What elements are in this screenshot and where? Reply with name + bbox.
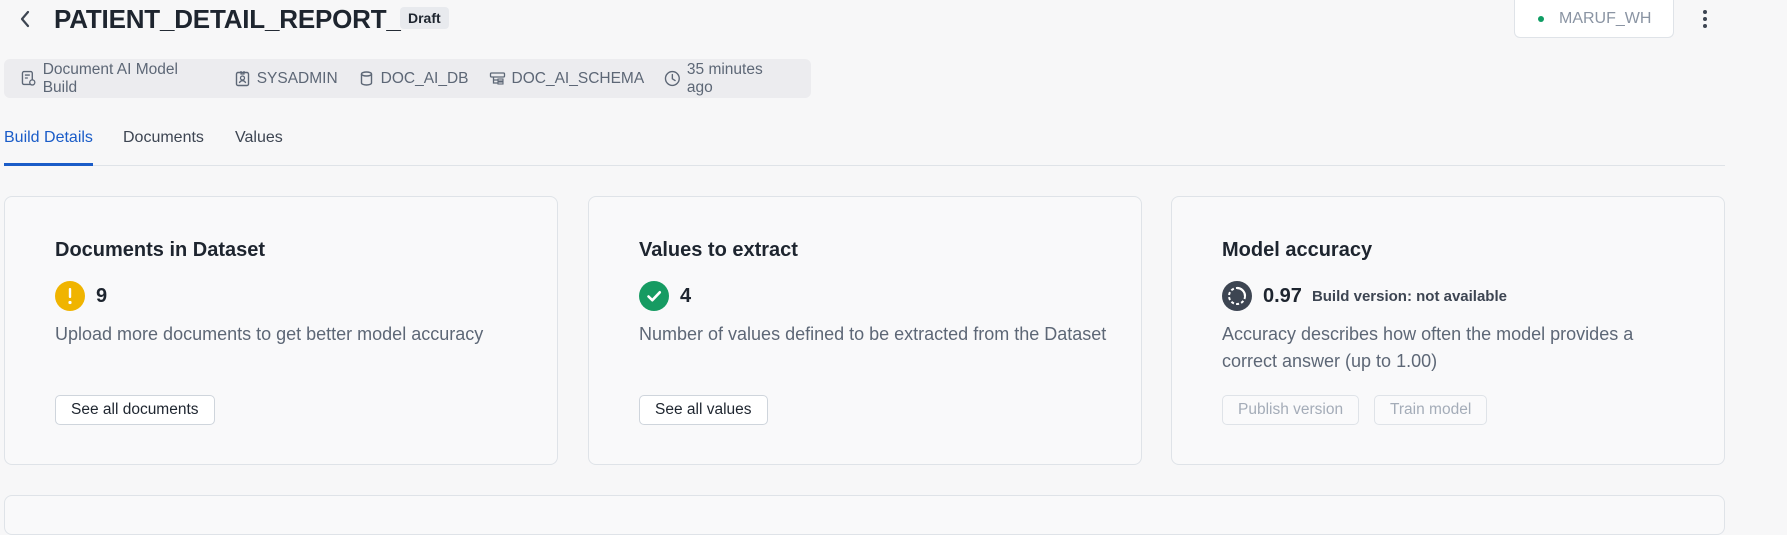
progress-ring-icon <box>1222 281 1252 311</box>
user-badge-icon <box>235 71 249 87</box>
see-all-values-button[interactable]: See all values <box>639 395 768 425</box>
meta-database: DOC_AI_DB <box>358 70 469 88</box>
kebab-dot-icon <box>1703 17 1707 21</box>
warehouse-selector[interactable]: MARUF_WH <box>1514 0 1674 38</box>
document-build-icon <box>21 70 36 86</box>
active-tab-indicator <box>4 163 93 166</box>
chevron-left-icon <box>20 10 30 28</box>
database-icon <box>360 71 372 86</box>
card-description: Number of values defined to be extracted… <box>639 324 1107 344</box>
page-title: PATIENT_DETAIL_REPORT_1 <box>54 4 415 34</box>
warehouse-label: MARUF_WH <box>1559 9 1652 27</box>
tab-documents[interactable]: Documents <box>123 128 204 148</box>
meta-role: SYSADMIN <box>234 70 338 88</box>
meta-label: 35 minutes ago <box>686 60 763 96</box>
meta-build-type: Document AI Model Build <box>20 61 214 97</box>
kebab-dot-icon <box>1703 24 1707 28</box>
back-button[interactable] <box>14 6 36 32</box>
tabs-divider <box>4 165 1725 166</box>
meta-label: DOC_AI_SCHEMA <box>511 69 645 87</box>
values-metric: 4 <box>639 281 691 311</box>
card-description: Upload more documents to get better mode… <box>55 324 484 344</box>
meta-label: DOC_AI_DB <box>380 69 469 87</box>
meta-schema: DOC_AI_SCHEMA <box>489 69 645 88</box>
kebab-dot-icon <box>1703 10 1707 14</box>
card-title: Model accuracy <box>1222 239 1373 261</box>
status-dot-icon <box>1538 15 1544 22</box>
meta-label: Document AI Model Build <box>42 60 178 96</box>
see-all-documents-button[interactable]: See all documents <box>55 395 215 425</box>
accuracy-metric: 0.97 Build version: not available <box>1222 281 1507 311</box>
tab-build-details[interactable]: Build Details <box>4 128 93 148</box>
more-options-button[interactable] <box>1694 8 1716 30</box>
card-description: Accuracy describes how often the model p… <box>1222 324 1634 371</box>
details-card <box>4 495 1725 535</box>
values-card: Values to extract 4 Number of values def… <box>588 196 1142 465</box>
card-title: Documents in Dataset <box>55 239 266 261</box>
documents-metric: 9 <box>55 281 107 311</box>
check-circle-icon <box>639 281 669 311</box>
documents-card: Documents in Dataset 9 Upload more docum… <box>4 196 558 465</box>
accuracy-value: 0.97 <box>1263 284 1302 307</box>
card-title: Values to extract <box>639 239 798 261</box>
build-version-label: Build version: not available <box>1311 287 1507 305</box>
meta-label: SYSADMIN <box>256 69 338 87</box>
meta-updated: 35 minutes ago <box>664 61 791 97</box>
status-badge: Draft <box>400 7 449 29</box>
publish-version-button[interactable]: Publish version <box>1222 395 1360 425</box>
clock-icon <box>664 70 681 87</box>
train-model-button[interactable]: Train model <box>1374 395 1488 425</box>
build-metadata-bar: Document AI Model Build SYSADMIN DOC_AI_… <box>4 59 811 98</box>
schema-icon <box>489 72 505 85</box>
values-count: 4 <box>680 284 692 307</box>
warning-icon <box>55 281 85 311</box>
documents-count: 9 <box>96 284 108 307</box>
tab-values[interactable]: Values <box>235 128 283 148</box>
accuracy-card: Model accuracy 0.97 Build version: not a… <box>1171 196 1725 465</box>
